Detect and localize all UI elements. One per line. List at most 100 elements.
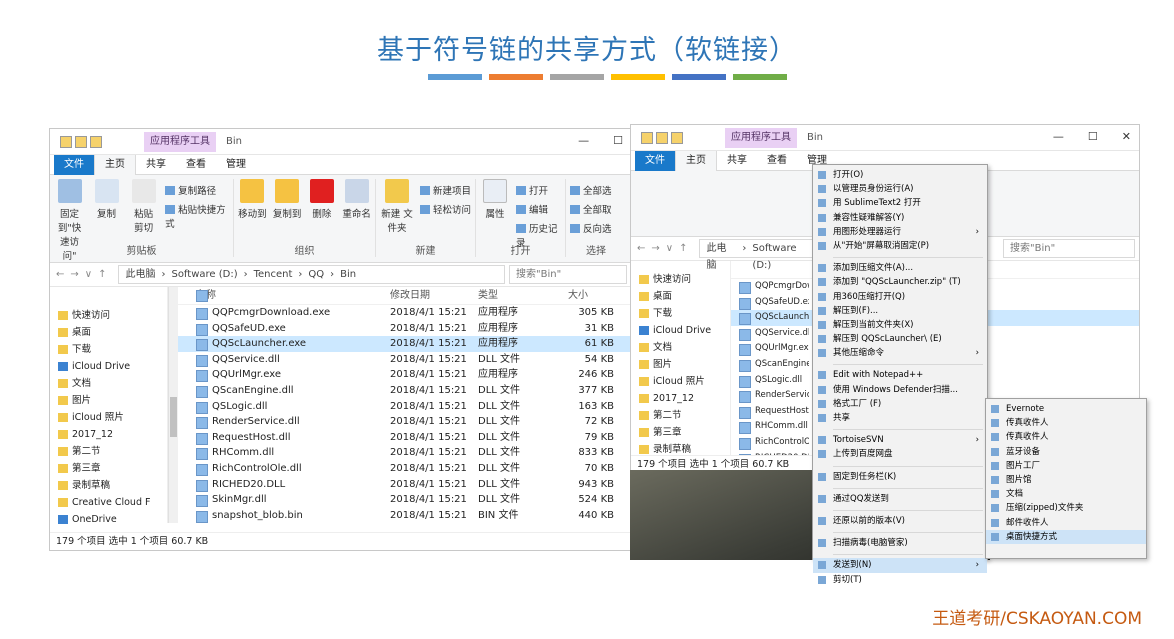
copy-button[interactable]: 复制 — [91, 179, 122, 220]
move-to-button[interactable]: 移动到 — [238, 179, 267, 220]
table-row[interactable]: RenderService.dll 2018/4/1 15:21 DLL 文件 72 … — [178, 414, 631, 430]
table-row[interactable]: QQUrlMgr.exe 2018/4/1 15:21 应用程序 246 KB — [178, 367, 631, 383]
nav-item[interactable]: 文档 — [631, 339, 730, 356]
quick-access-toolbar[interactable] — [50, 135, 102, 148]
submenu-item[interactable]: 图片馆 — [986, 473, 1146, 487]
nav-item[interactable]: 第三章 — [50, 460, 167, 477]
invert-select-button[interactable]: 反向选 — [570, 221, 612, 235]
tab-home[interactable]: 主页 — [675, 150, 717, 171]
table-row[interactable]: SkinMgr.dll 2018/4/1 15:21 DLL 文件 524 KB — [178, 492, 631, 508]
menu-item[interactable]: 打开(O) — [813, 168, 987, 182]
search-input[interactable]: 搜索"Bin" — [509, 265, 627, 284]
nav-item[interactable]: iCloud Drive — [50, 358, 167, 375]
menu-item[interactable]: 以管理员身份运行(A) — [813, 182, 987, 196]
nav-item[interactable]: OneDrive — [50, 511, 167, 528]
menu-item[interactable]: 解压到当前文件夹(X) — [813, 318, 987, 332]
crumb[interactable]: 此电脑 — [125, 266, 155, 283]
nav-item[interactable]: 文档 — [50, 375, 167, 392]
nav-item[interactable]: 第二节 — [50, 443, 167, 460]
quick-access-toolbar[interactable] — [631, 131, 683, 144]
nav-item[interactable]: Creative Cloud F — [50, 494, 167, 511]
nav-item[interactable]: 图片 — [631, 356, 730, 373]
nav-item[interactable]: 图片 — [50, 392, 167, 409]
window-controls[interactable]: — ☐ ✕ — [1053, 130, 1131, 143]
menu-item[interactable]: 固定到任务栏(K) — [813, 470, 987, 484]
cut-button[interactable]: 剪切 — [134, 220, 153, 234]
menu-item[interactable]: 共享 — [813, 411, 987, 425]
nav-item[interactable]: iCloud 照片 — [631, 373, 730, 390]
menu-item[interactable]: 上传到百度网盘 — [813, 447, 987, 461]
table-row[interactable]: QScanEngine.dll 2018/4/1 15:21 DLL 文件 377 K… — [178, 383, 631, 399]
open-button[interactable]: 打开 — [516, 183, 561, 197]
submenu-item[interactable]: 邮件收件人 — [986, 516, 1146, 530]
menu-item[interactable]: 还原以前的版本(V) — [813, 514, 987, 528]
tab-share[interactable]: 共享 — [136, 155, 176, 175]
submenu-item[interactable]: 压缩(zipped)文件夹 — [986, 501, 1146, 515]
minimize-icon[interactable]: — — [578, 134, 589, 147]
select-all-button[interactable]: 全部选 — [570, 183, 612, 197]
nav-item[interactable]: 录制草稿 — [50, 477, 167, 494]
table-row[interactable]: QQService.dll 2018/4/1 15:21 DLL 文件 54 KB — [178, 352, 631, 368]
nav-item[interactable]: 下载 — [50, 341, 167, 358]
new-folder-button[interactable]: 新建 文件夹 — [380, 179, 414, 234]
table-row[interactable]: QSLogic.dll 2018/4/1 15:21 DLL 文件 163 KB — [178, 399, 631, 415]
col-date[interactable]: 修改日期 — [390, 287, 478, 304]
ctx-tab-app-tools[interactable]: 应用程序工具 — [725, 127, 797, 148]
menu-item[interactable]: TortoiseSVN — [813, 433, 987, 448]
menu-item[interactable]: 用图形处理器运行 — [813, 225, 987, 239]
search-input[interactable]: 搜索"Bin" — [1003, 239, 1135, 258]
table-row[interactable]: snapshot_blob.bin 2018/4/1 15:21 BIN 文件 440… — [178, 508, 631, 523]
nav-item[interactable]: iCloud 照片 — [50, 409, 167, 426]
nav-item[interactable]: 第三章 — [631, 424, 730, 441]
tab-share[interactable]: 共享 — [717, 151, 757, 171]
nav-buttons[interactable]: ←→∨↑ — [50, 269, 118, 280]
maximize-icon[interactable]: ☐ — [613, 134, 623, 147]
crumb[interactable]: Software (D:) — [171, 266, 237, 283]
address-bar[interactable]: 此电脑 › Software (D:) — [699, 239, 820, 271]
rename-button[interactable]: 重命名 — [342, 179, 371, 220]
submenu-item[interactable]: 文档 — [986, 487, 1146, 501]
table-row[interactable]: RichControlOle.dll 2018/4/1 15:21 DLL 文件 70… — [178, 461, 631, 477]
tab-file[interactable]: 文件 — [54, 154, 94, 175]
crumb[interactable]: Software (D:) — [752, 240, 818, 271]
nav-scrollbar[interactable] — [168, 287, 178, 523]
menu-item[interactable]: 使用 Windows Defender扫描... — [813, 383, 987, 397]
copy-path-button[interactable]: 复制路径 — [165, 183, 229, 197]
ctx-tab-app-tools[interactable]: 应用程序工具 — [144, 131, 216, 152]
col-name[interactable]: 名称 — [196, 287, 390, 304]
menu-item[interactable]: 扫描病毒(电脑管家) — [813, 536, 987, 550]
window-controls[interactable]: — ☐ — [578, 134, 623, 147]
nav-item[interactable]: 2017_12 — [50, 426, 167, 443]
menu-item[interactable]: 从"开始"屏幕取消固定(P) — [813, 239, 987, 253]
table-row[interactable]: QQPcmgrDownload.exe 2018/4/1 15:21 应用程序 305… — [178, 305, 631, 321]
tab-file[interactable]: 文件 — [635, 150, 675, 171]
nav-item[interactable]: 第二节 — [631, 407, 730, 424]
delete-button[interactable]: 删除 — [308, 179, 337, 220]
paste-button[interactable]: 粘贴 剪切 — [128, 179, 159, 234]
submenu-item[interactable]: 传真收件人 — [986, 430, 1146, 444]
submenu-item[interactable]: 传真收件人 — [986, 416, 1146, 430]
crumb[interactable]: Tencent — [254, 266, 293, 283]
edit-button[interactable]: 编辑 — [516, 202, 561, 216]
minimize-icon[interactable]: — — [1053, 130, 1064, 143]
table-row[interactable]: QQSafeUD.exe 2018/4/1 15:21 应用程序 31 KB — [178, 321, 631, 337]
col-type[interactable]: 类型 — [478, 287, 568, 304]
properties-button[interactable]: 属性 — [480, 179, 510, 220]
nav-buttons[interactable]: ←→∨↑ — [631, 243, 699, 254]
crumb[interactable]: 此电脑 — [706, 240, 736, 271]
nav-item[interactable]: iCloud Drive — [631, 322, 730, 339]
menu-item[interactable]: 用 SublimeText2 打开 — [813, 196, 987, 210]
nav-item[interactable]: 快速访问 — [50, 307, 167, 324]
menu-item[interactable]: 解压到 QQScLauncher\ (E) — [813, 332, 987, 346]
select-none-button[interactable]: 全部取 — [570, 202, 612, 216]
col-size[interactable]: 大小 — [568, 287, 614, 304]
maximize-icon[interactable]: ☐ — [1088, 130, 1098, 143]
submenu-item[interactable]: 桌面快捷方式 — [986, 529, 1146, 544]
menu-item[interactable]: 其他压缩命令 — [813, 346, 987, 361]
submenu-item[interactable]: 图片工厂 — [986, 459, 1146, 473]
paste-shortcut-button[interactable]: 粘贴快捷方式 — [165, 202, 229, 230]
tab-manage[interactable]: 管理 — [216, 155, 256, 175]
table-row[interactable]: QQScLauncher.exe 2018/4/1 15:21 应用程序 61 KB — [178, 336, 631, 352]
nav-item[interactable]: 桌面 — [631, 288, 730, 305]
nav-item[interactable]: 桌面 — [50, 324, 167, 341]
